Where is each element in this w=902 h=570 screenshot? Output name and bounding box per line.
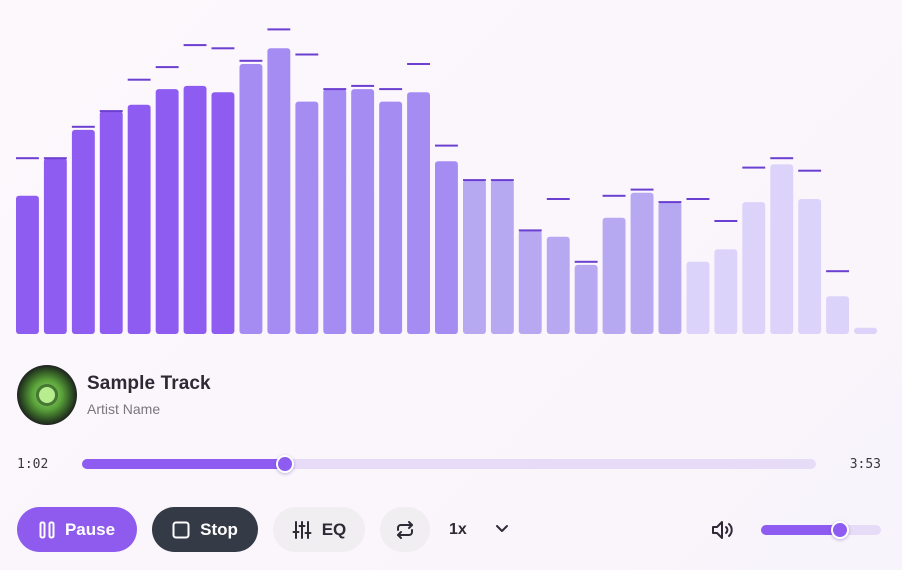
volume-icon[interactable]	[710, 518, 738, 547]
peak-marker	[43, 157, 67, 160]
spectrum-bar	[574, 264, 598, 334]
spectrum-bar	[379, 101, 403, 334]
spectrum-bar	[267, 48, 291, 335]
spectrum-bar	[770, 164, 794, 334]
peak-marker	[267, 28, 291, 31]
peak-marker	[798, 169, 822, 172]
track-title: Sample Track	[87, 373, 211, 394]
peak-marker	[518, 229, 542, 232]
peak-marker	[742, 166, 766, 169]
peak-marker	[770, 157, 794, 160]
eq-button[interactable]: EQ	[273, 507, 365, 552]
peak-marker	[826, 270, 849, 273]
spectrum-bar	[71, 129, 95, 334]
spectrum-bar	[602, 217, 626, 334]
peak-marker	[211, 47, 235, 50]
spectrum-bar	[518, 230, 542, 334]
spectrum-bar	[630, 192, 654, 334]
peak-marker	[630, 188, 654, 191]
repeat-button[interactable]	[380, 507, 430, 552]
chevron-down-icon[interactable]	[494, 520, 510, 541]
eq-label: EQ	[321, 519, 347, 539]
spectrum-bar	[742, 202, 766, 334]
progress-bar[interactable]	[82, 455, 816, 473]
sliders-icon	[292, 520, 312, 540]
current-time: 1:02	[17, 457, 49, 472]
peak-marker	[435, 144, 458, 147]
track-artist: Artist Name	[87, 401, 161, 417]
peak-marker	[546, 198, 570, 200]
spectrum-bar	[463, 180, 486, 334]
spectrum-bars	[16, 28, 877, 335]
spectrum-bar	[686, 261, 710, 334]
peak-marker	[686, 198, 710, 200]
spectrum-bar	[798, 199, 822, 334]
progress-thumb[interactable]	[275, 455, 294, 473]
peak-marker	[183, 44, 207, 47]
stop-button[interactable]: Stop	[152, 507, 258, 552]
peak-marker	[602, 194, 626, 197]
peak-marker	[127, 78, 151, 81]
playback-speed[interactable]: 1x	[449, 521, 467, 539]
peak-marker	[490, 179, 514, 182]
peak-marker	[155, 66, 179, 69]
peak-marker	[574, 260, 598, 263]
spectrum-bar	[183, 85, 207, 335]
spectrum-bar	[99, 111, 123, 334]
peak-marker	[16, 157, 39, 160]
peak-marker	[407, 63, 430, 65]
peak-marker	[323, 88, 347, 91]
stop-label: Stop	[200, 519, 238, 539]
spectrum-bar	[826, 296, 849, 334]
spectrum-bar	[155, 89, 179, 334]
spectrum-bar	[658, 202, 682, 334]
spectrum-bar	[714, 249, 738, 334]
peak-marker	[379, 88, 403, 91]
volume-slider[interactable]	[761, 521, 881, 539]
audio-visualizer	[16, 20, 882, 336]
spectrum-bar	[43, 158, 67, 334]
progress-fill	[82, 459, 285, 469]
peak-marker	[99, 110, 123, 113]
pause-button[interactable]: Pause	[17, 507, 137, 552]
spectrum-bar	[351, 89, 375, 334]
peak-marker	[239, 59, 263, 62]
volume-fill	[761, 525, 841, 535]
album-art	[17, 365, 77, 425]
pause-icon	[39, 521, 55, 539]
spectrum-bar	[16, 195, 39, 334]
repeat-icon	[395, 520, 415, 540]
spectrum-bar	[435, 161, 458, 334]
music-player: Sample Track Artist Name 1:02 3:53 Pause…	[0, 0, 902, 570]
spectrum-bar	[546, 236, 570, 334]
volume-thumb[interactable]	[831, 521, 850, 539]
spectrum-bar	[407, 92, 430, 334]
spectrum-bar	[854, 327, 877, 334]
spectrum-bar	[127, 104, 151, 334]
spectrum-bar	[323, 89, 347, 334]
stop-icon	[172, 521, 190, 539]
track-info: Sample Track Artist Name	[17, 365, 211, 425]
peak-marker	[463, 179, 486, 182]
peak-marker	[351, 84, 375, 87]
duration: 3:53	[849, 457, 881, 472]
peak-marker	[71, 125, 95, 128]
spectrum-bar	[211, 92, 235, 334]
spectrum-bar	[239, 64, 263, 334]
spectrum-bar	[295, 101, 319, 334]
peak-marker	[658, 201, 682, 204]
pause-label: Pause	[64, 519, 116, 539]
spectrum-bar	[490, 180, 514, 334]
peak-marker	[714, 220, 738, 222]
peak-marker	[295, 53, 319, 56]
